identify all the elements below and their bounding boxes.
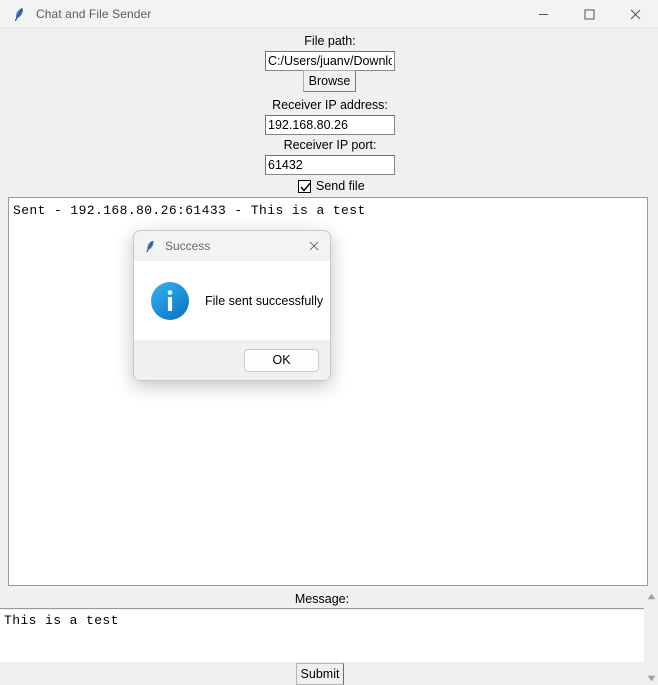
maximize-button[interactable] bbox=[566, 0, 612, 28]
submit-button[interactable]: Submit bbox=[296, 663, 344, 685]
message-value: This is a test bbox=[4, 613, 119, 628]
triangle-down-icon bbox=[647, 675, 655, 681]
minimize-icon bbox=[538, 13, 548, 15]
receiver-port-label: Receiver IP port: bbox=[283, 138, 377, 152]
dialog-body: File sent successfully bbox=[134, 261, 330, 340]
receiver-ip-value: 192.168.80.26 bbox=[268, 118, 348, 132]
checkbox-box bbox=[298, 179, 311, 193]
minimize-button[interactable] bbox=[520, 0, 566, 28]
receiver-ip-label: Receiver IP address: bbox=[272, 98, 388, 112]
dialog-close-button[interactable] bbox=[298, 231, 330, 261]
feather-icon bbox=[11, 6, 27, 22]
chat-log-line: Sent - 192.168.80.26:61433 - This is a t… bbox=[13, 203, 366, 218]
window-controls bbox=[520, 0, 658, 28]
dialog-footer: OK bbox=[134, 340, 330, 380]
browse-button[interactable]: Browse bbox=[303, 70, 356, 92]
checkmark-icon bbox=[300, 182, 311, 192]
connection-form: File path: C:/Users/juanv/Downlo Browse … bbox=[0, 28, 658, 197]
message-label: Message: bbox=[0, 589, 644, 609]
send-file-checkbox[interactable]: Send file bbox=[298, 179, 365, 193]
dialog-title: Success bbox=[165, 238, 211, 253]
triangle-up-icon bbox=[647, 593, 655, 599]
window-title: Chat and File Sender bbox=[36, 6, 152, 21]
window-titlebar: Chat and File Sender bbox=[0, 0, 658, 28]
send-file-label: Send file bbox=[316, 179, 365, 193]
ok-button[interactable]: OK bbox=[244, 348, 319, 372]
close-icon bbox=[309, 241, 319, 251]
dialog-message: File sent successfully bbox=[205, 293, 324, 308]
success-dialog: Success File sent successfully OK bbox=[133, 230, 331, 381]
receiver-port-input[interactable]: 61432 bbox=[265, 155, 395, 175]
scroll-up-button[interactable] bbox=[644, 589, 658, 603]
info-icon bbox=[151, 281, 189, 320]
receiver-port-value: 61432 bbox=[268, 158, 303, 172]
message-scrollbar[interactable] bbox=[644, 589, 658, 685]
scroll-down-button[interactable] bbox=[644, 671, 658, 685]
close-button[interactable] bbox=[612, 0, 658, 28]
close-icon bbox=[630, 9, 640, 19]
file-path-value: C:/Users/juanv/Downlo bbox=[268, 54, 392, 68]
feather-icon bbox=[143, 239, 157, 253]
application-window: Chat and File Sender File path: C:/Users… bbox=[0, 0, 658, 685]
receiver-ip-input[interactable]: 192.168.80.26 bbox=[265, 115, 395, 135]
message-input[interactable]: This is a test bbox=[0, 610, 644, 662]
dialog-titlebar: Success bbox=[134, 231, 330, 261]
file-path-label: File path: bbox=[304, 34, 356, 48]
file-path-input[interactable]: C:/Users/juanv/Downlo bbox=[265, 51, 395, 71]
maximize-icon bbox=[584, 9, 594, 19]
